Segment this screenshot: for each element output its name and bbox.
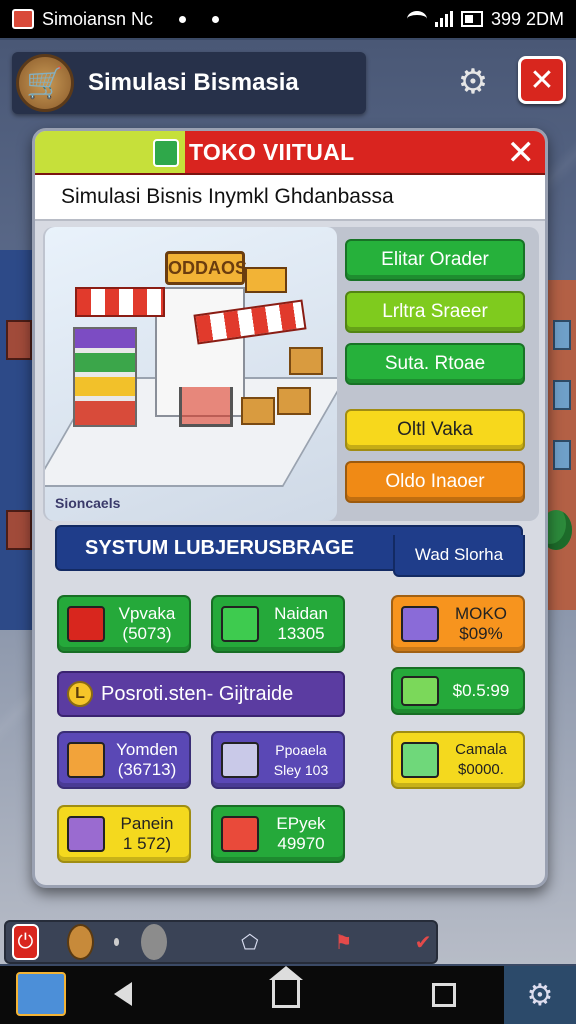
settings-button[interactable]: ⚙: [446, 58, 500, 106]
navigation-bar: ⚙: [0, 966, 576, 1024]
stat-value: 1 572): [122, 834, 172, 853]
wifi-icon: [406, 11, 427, 27]
modal-title: TOKO VIITUAL: [189, 138, 355, 165]
stat-label: Yomden: [116, 740, 178, 759]
stat-label: Ppoaela: [275, 742, 327, 758]
shield-icon[interactable]: ⬠: [237, 924, 263, 960]
building-window: [6, 510, 32, 550]
status-bar: Simoiansn Nc 399 2DM: [0, 0, 576, 38]
building-window: [553, 440, 571, 470]
side-button-2[interactable]: Lrltra Sraeer: [345, 291, 525, 333]
chest-icon: [67, 816, 105, 852]
side-button-3[interactable]: Suta. Rtoae: [345, 343, 525, 385]
system-banner-subtitle[interactable]: Wad Slorha: [393, 535, 525, 577]
back-icon[interactable]: [114, 982, 132, 1006]
modal-subtitle: Simulasi Bisnis Inymkl Ghdanbassa: [35, 175, 545, 221]
side-button-4[interactable]: Oltl Vaka: [345, 409, 525, 451]
awning-left: [75, 287, 165, 317]
product-shelf: [73, 327, 137, 427]
stat-value: $09%: [459, 624, 503, 643]
cart-icon: [179, 387, 233, 427]
checklist-icon[interactable]: ✔: [410, 924, 436, 960]
app-header: 🛒 Simulasi Bismasia: [12, 52, 366, 114]
separator-dot: [113, 938, 120, 946]
character-icon[interactable]: [66, 924, 94, 960]
status-time: 399 2DM: [490, 8, 564, 29]
power-icon[interactable]: ⏻: [12, 924, 39, 960]
stat-yomden[interactable]: Yomden (36713): [57, 731, 191, 789]
shopping-cart-icon[interactable]: 🛒: [16, 54, 74, 112]
stat-value: $0.5:99: [452, 681, 510, 700]
notification-dot-icon: [179, 15, 187, 23]
stat-ppoaela[interactable]: Ppoaela Sley 103: [211, 731, 345, 789]
app-notification-icon: [12, 9, 34, 29]
shop-sign: ODDAOS: [165, 251, 247, 285]
building-window: [6, 320, 32, 360]
stat-label: EPyek: [276, 814, 326, 833]
gear-icon[interactable]: ⚙: [504, 966, 576, 1024]
stat-naidan[interactable]: Naidan 13305: [211, 595, 345, 653]
produce-crate: [241, 397, 275, 425]
recent-apps-icon[interactable]: [432, 983, 456, 1007]
stat-camala[interactable]: Camala $0000.: [391, 731, 525, 789]
stat-label: Naidan: [274, 604, 328, 623]
partner-banner[interactable]: L Posroti.sten- Gijtraide: [57, 671, 345, 717]
building-window: [553, 380, 571, 410]
modal-close-button[interactable]: ✕: [507, 135, 536, 171]
stat-label: Vpvaka: [118, 604, 176, 623]
partner-label: Posroti.sten- Gijtraide: [101, 682, 294, 705]
app-title: Simulasi Bismasia: [88, 69, 299, 96]
stat-value: (5073): [122, 624, 172, 643]
cash-stack-icon: [401, 676, 439, 706]
signal-icon: [434, 11, 453, 27]
system-banner-title: SYSTUM LUBJERUSBRAGE: [85, 536, 354, 559]
basket-icon: [67, 606, 105, 642]
close-x-icon: ✕: [529, 63, 555, 97]
stat-value: Sley 103: [273, 762, 329, 778]
stat-moko[interactable]: MOKO $09%: [391, 595, 525, 653]
stat-value: 13305: [277, 624, 325, 643]
shop-scene-illustration[interactable]: ODDAOS Sioncaels: [45, 227, 337, 521]
stat-epyek[interactable]: EPyek 49970: [211, 805, 345, 863]
shopping-cart-icon: [221, 816, 259, 852]
badge-icon[interactable]: [141, 924, 167, 960]
store-icon[interactable]: [16, 972, 66, 1016]
gear-icon: ⚙: [457, 63, 489, 101]
stat-panein[interactable]: Panein 1 572): [57, 805, 191, 863]
stat-value: 49970: [277, 834, 325, 853]
stat-vpvaka[interactable]: Vpvaka (5073): [57, 595, 191, 653]
side-button-1[interactable]: Elitar Orader: [345, 239, 525, 281]
building-window: [553, 320, 571, 350]
box-icon: [401, 606, 439, 642]
stat-label: Camala: [455, 741, 507, 758]
home-icon[interactable]: [269, 966, 303, 1008]
shop-panel: ODDAOS Sioncaels Elitar Orader Lrltra Sr…: [43, 227, 539, 521]
store-modal: TOKO VIITUAL ✕ Simulasi Bisnis Inymkl Gh…: [32, 128, 548, 888]
stat-label: MOKO: [455, 604, 507, 623]
cube-icon: [221, 742, 259, 778]
store-icon: [153, 139, 179, 167]
stat-label: Panein: [120, 814, 174, 833]
game-toolbar: ⏻ ⬠ ⚑ ✔: [4, 920, 438, 964]
status-app-name: Simoiansn Nc: [42, 8, 154, 29]
stat-value: $0000.: [458, 761, 504, 778]
notification-dot-icon: [212, 15, 220, 23]
shop-sign-small: [245, 267, 287, 293]
stat-money[interactable]: $0.5:99: [391, 667, 525, 715]
scene-label: Sioncaels: [55, 495, 121, 511]
side-button-5[interactable]: Oldo Inaoer: [345, 461, 525, 503]
close-app-button[interactable]: ✕: [518, 56, 566, 104]
money-bills-icon: [401, 742, 439, 778]
coin-icon: L: [67, 681, 93, 707]
flag-icon[interactable]: ⚑: [331, 924, 357, 960]
cash-icon: [67, 742, 105, 778]
battery-icon: [460, 11, 483, 27]
modal-titlebar: TOKO VIITUAL ✕: [35, 131, 545, 175]
produce-crate: [277, 387, 311, 415]
bag-icon: [221, 606, 259, 642]
stat-value: (36713): [117, 760, 177, 779]
produce-crate: [289, 347, 323, 375]
